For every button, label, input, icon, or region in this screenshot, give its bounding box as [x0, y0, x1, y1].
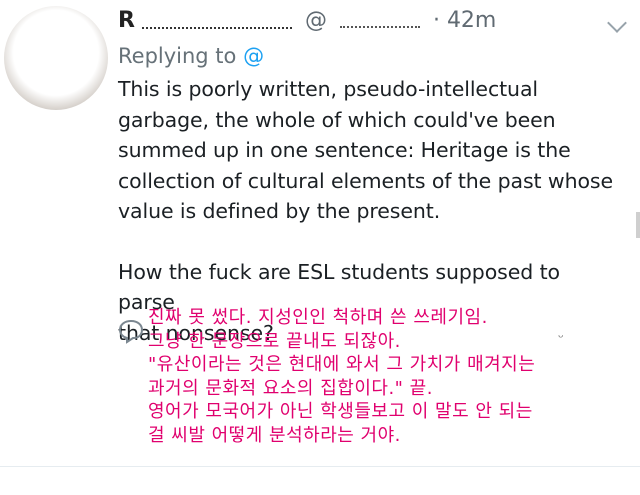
translation-line: "유산이라는 것은 현대에 와서 그 가치가 매겨지는 [148, 354, 536, 375]
translation-line: 그냥 한 문장으로 끝내도 되잖아. [148, 330, 401, 352]
avatar[interactable] [4, 6, 108, 110]
korean-translation: 진짜 못 썼다. 지성인인 척하며 쓴 쓰레기임. 그냥 한 문장으로 끝내도 … [148, 306, 628, 447]
replying-to: Replying to @ [118, 44, 264, 68]
handle[interactable]: @ [305, 8, 327, 33]
translation-line: 걸 씨발 어떻게 분석하라는 거야. [148, 424, 401, 446]
tweet-line: garbage, the whole of which could've bee… [118, 107, 556, 132]
translation-line: 과거의 문화적 요소의 집합이다." 끝. [148, 377, 433, 399]
translation-line: 진짜 못 썼다. 지성인인 척하며 쓴 쓰레기임. [148, 307, 488, 328]
scrollbar[interactable] [636, 212, 640, 238]
tweet-line: collection of cultural elements of the p… [118, 168, 614, 193]
obscured-handle [339, 14, 420, 28]
tweet-line: summed up in one sentence: Heritage is t… [118, 138, 571, 162]
tweet-line: value is defined by the present. [118, 199, 441, 223]
divider [0, 466, 640, 467]
chevron-down-icon[interactable] [607, 13, 627, 33]
translation-line: 영어가 모국어가 아닌 학생들보고 이 말도 안 되는 [148, 401, 533, 422]
tweet-header: R @ · 42m [118, 8, 600, 42]
obscured-name [141, 13, 292, 29]
timestamp[interactable]: · 42m [433, 8, 496, 33]
display-name[interactable]: R [118, 8, 135, 33]
replying-to-handle[interactable]: @ [243, 44, 264, 68]
reply-icon[interactable] [118, 318, 144, 344]
replying-to-label: Replying to [118, 44, 237, 68]
tweet-line: This is poorly written, pseudo-intellect… [118, 77, 539, 101]
small-icon: ᵕ [558, 330, 564, 346]
